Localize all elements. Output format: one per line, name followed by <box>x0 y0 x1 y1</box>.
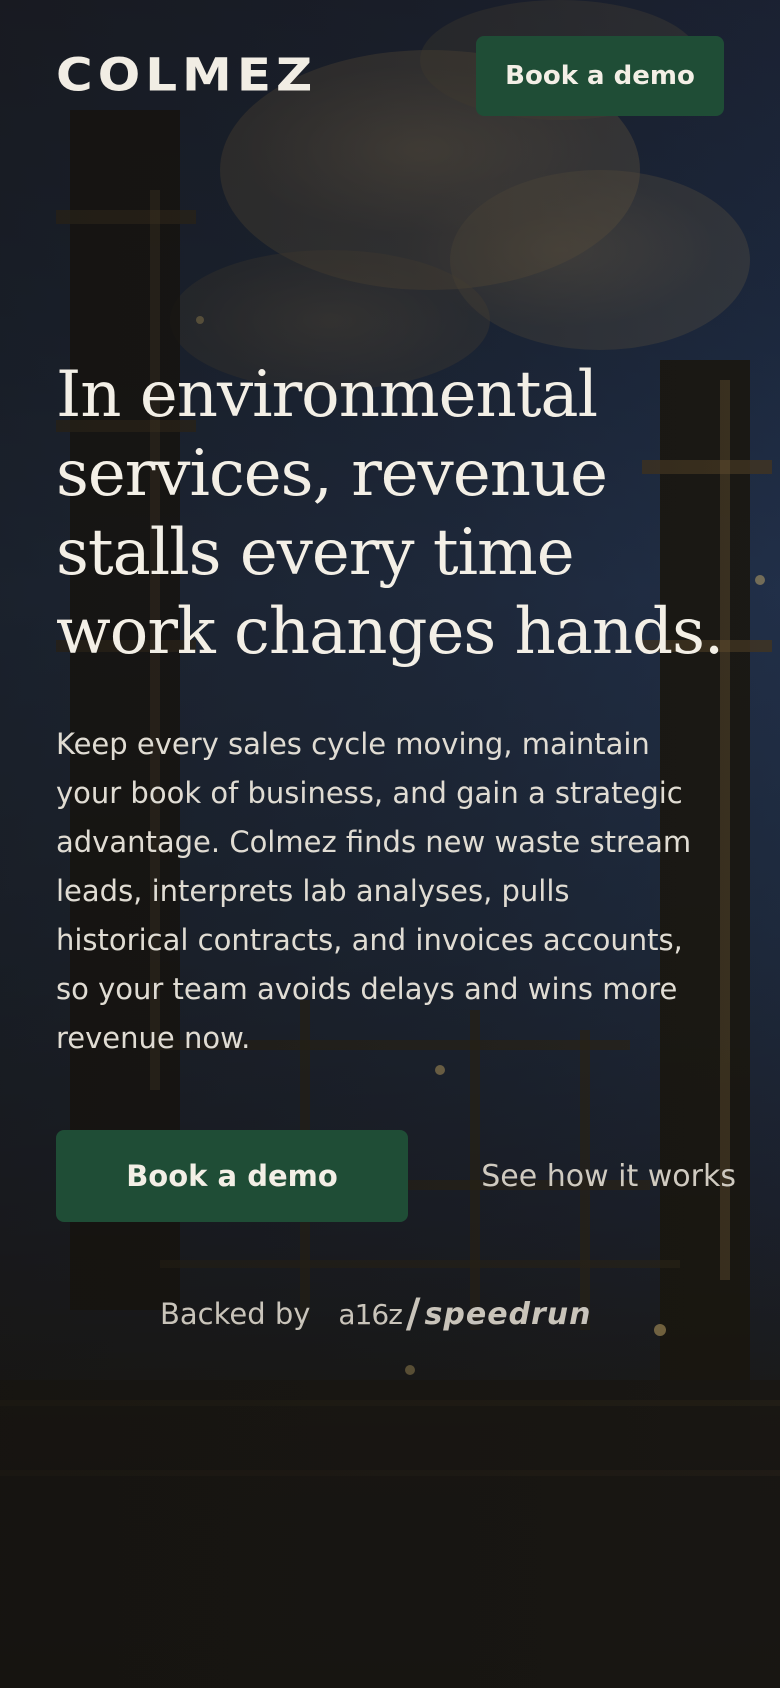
colmez-logo[interactable]: COLMEZ <box>56 53 317 98</box>
headline-line: work changes hands. <box>56 595 724 669</box>
hero-description: Keep every sales cycle moving, maintain … <box>56 720 736 1063</box>
description-line: your book of business, and gain a strate… <box>56 776 683 810</box>
logo-slash: / <box>405 1291 421 1337</box>
see-how-it-works-link[interactable]: See how it works <box>440 1130 736 1222</box>
description-line: leads, interprets lab analyses, pulls <box>56 874 570 908</box>
hero-book-demo-button[interactable]: Book a demo <box>56 1130 408 1222</box>
backed-by-label: Backed by <box>160 1297 311 1331</box>
headline-line: services, revenue <box>56 437 608 511</box>
backed-by-section: Backed by a16z / speedrun <box>160 1290 640 1338</box>
header-book-demo-button[interactable]: Book a demo <box>476 36 724 116</box>
description-line: revenue now. <box>56 1021 251 1055</box>
description-line: so your team avoids delays and wins more <box>56 972 678 1006</box>
description-line: historical contracts, and invoices accou… <box>56 923 683 957</box>
description-line: advantage. Colmez finds new waste stream <box>56 825 692 859</box>
a16z-logo-text: a16z <box>338 1297 402 1331</box>
hero-headline: In environmental services, revenue stall… <box>56 356 736 672</box>
headline-line: In environmental <box>56 358 598 432</box>
landing-page: COLMEZ Book a demo In environmental serv… <box>0 0 780 1688</box>
description-line: Keep every sales cycle moving, maintain <box>56 727 650 761</box>
a16z-speedrun-logo: a16z / speedrun <box>338 1291 591 1337</box>
headline-line: stalls every time <box>56 516 575 590</box>
speedrun-logo-text: speedrun <box>424 1296 592 1332</box>
